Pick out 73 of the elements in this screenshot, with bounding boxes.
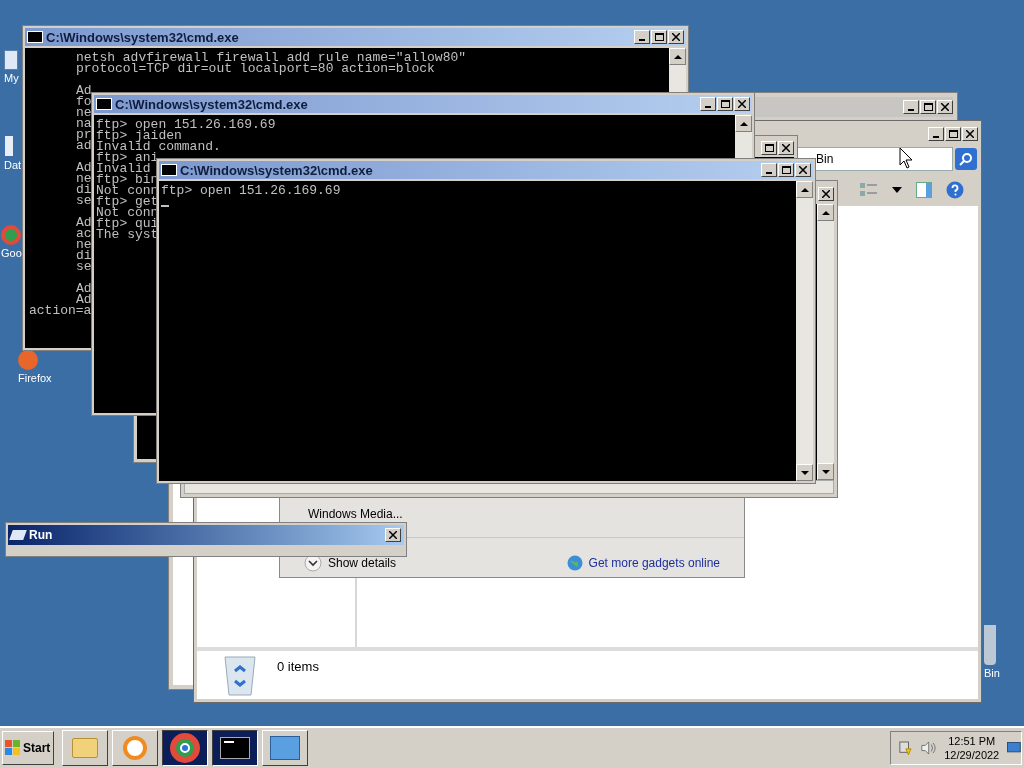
run-icon: [9, 530, 27, 540]
minimize-button[interactable]: [928, 127, 944, 141]
preview-pane-icon[interactable]: [916, 182, 932, 198]
maximize-button[interactable]: [761, 141, 777, 155]
show-desktop-icon[interactable]: [1007, 741, 1021, 755]
desktop-icon-label[interactable]: Bin: [984, 667, 1000, 681]
recycle-bin-icon: [223, 653, 257, 697]
console-line: Ad: [76, 160, 92, 175]
close-icon: [822, 190, 830, 198]
close-icon: [389, 531, 397, 539]
search-button[interactable]: [955, 148, 977, 170]
taskbar-app-button[interactable]: [162, 730, 208, 766]
window-title: C:\Windows\system32\cmd.exe: [115, 97, 308, 111]
clock-time[interactable]: 12:51 PM: [948, 734, 996, 748]
minimize-button[interactable]: [761, 163, 777, 177]
console-line: protocol=TCP dir=out localport=80 action=block: [76, 61, 435, 76]
maximize-button[interactable]: [920, 100, 936, 114]
console-icon: [161, 164, 177, 176]
desktop-icon-label[interactable]: Dat: [4, 159, 22, 173]
maximize-button[interactable]: [651, 30, 667, 44]
console-line: ftp> open 151.26.169.69: [96, 117, 276, 132]
network-warning-icon[interactable]: [899, 739, 913, 757]
close-button[interactable]: [962, 127, 978, 141]
close-icon: [941, 103, 949, 111]
four-squares-logo-icon: [5, 740, 21, 756]
close-icon: [782, 144, 790, 152]
scroll-up-button[interactable]: [796, 181, 813, 198]
minimize-button[interactable]: [903, 100, 919, 114]
desktop-icon[interactable]: [4, 135, 14, 157]
minimize-button[interactable]: [700, 97, 716, 111]
console-icon: [27, 31, 43, 43]
close-button[interactable]: [818, 187, 834, 201]
desktop-icon-label[interactable]: Firefox: [18, 372, 52, 386]
globe-icon: [566, 555, 583, 571]
desktop-icon-label[interactable]: Goo: [1, 247, 22, 261]
close-icon: [966, 130, 974, 138]
close-button[interactable]: [385, 528, 401, 542]
online-gadgets-link[interactable]: Get more gadgets online: [588, 554, 720, 572]
close-button[interactable]: [734, 97, 750, 111]
status-text: 0 items: [277, 658, 319, 676]
taskbar-app-button[interactable]: [212, 730, 258, 766]
close-button[interactable]: [778, 141, 794, 155]
close-icon: [672, 33, 680, 41]
console-line: ftp> open 151.26.169.69: [161, 183, 341, 198]
close-button[interactable]: [937, 100, 953, 114]
speaker-icon[interactable]: [920, 740, 937, 756]
dropdown-caret-icon[interactable]: [892, 187, 902, 193]
maximize-button[interactable]: [945, 127, 961, 141]
scroll-up-button[interactable]: [735, 115, 752, 132]
maximize-button[interactable]: [778, 163, 794, 177]
window-title: C:\Windows\system32\cmd.exe: [46, 30, 239, 44]
close-icon: [738, 100, 746, 108]
scroll-up-button[interactable]: [817, 204, 834, 221]
show-details-button[interactable]: Show details: [328, 554, 397, 572]
window-title: C:\Windows\system32\cmd.exe: [180, 163, 373, 177]
minimize-button[interactable]: [634, 30, 650, 44]
search-icon: [959, 152, 973, 166]
clock-date[interactable]: 12/29/2022: [944, 748, 1000, 762]
scroll-down-button[interactable]: [796, 464, 813, 481]
start-button[interactable]: Start: [2, 731, 54, 765]
maximize-button[interactable]: [717, 97, 733, 111]
mouse-pointer-icon: [899, 147, 913, 169]
close-button[interactable]: [795, 163, 811, 177]
gadget-label[interactable]: Windows Media...: [308, 505, 403, 523]
close-button[interactable]: [668, 30, 684, 44]
scroll-up-button[interactable]: [669, 48, 686, 65]
close-icon: [799, 166, 807, 174]
scroll-down-button[interactable]: [817, 463, 834, 480]
help-icon[interactable]: [946, 181, 964, 199]
window-title: Run: [29, 527, 53, 544]
desktop-icon-label[interactable]: My: [4, 72, 19, 86]
console-icon: [96, 98, 112, 110]
desktop-icon[interactable]: [4, 50, 18, 70]
